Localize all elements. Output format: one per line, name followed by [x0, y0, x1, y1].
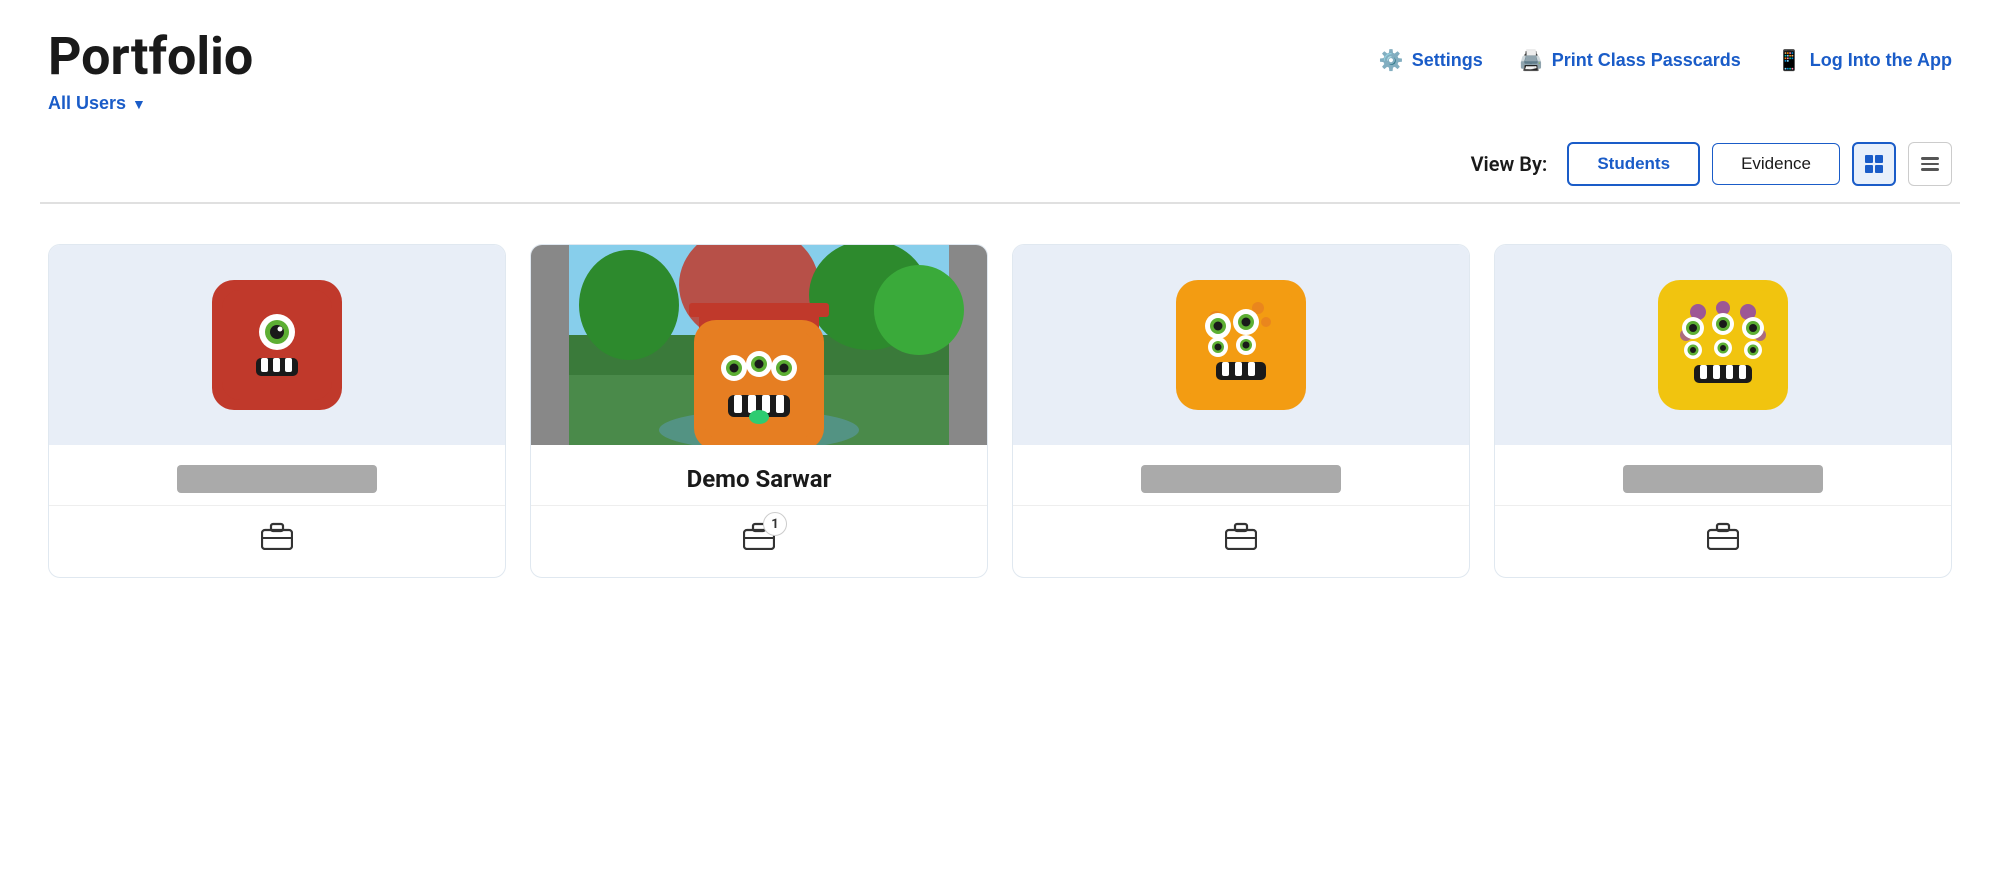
mobile-icon: 📱 [1777, 48, 1802, 73]
all-users-dropdown[interactable]: All Users ▼ [48, 93, 146, 114]
header-actions: ⚙️ Settings 🖨️ Print Class Passcards 📱 L… [1379, 28, 1952, 73]
student-card[interactable] [1012, 244, 1470, 578]
page-title: Portfolio [48, 28, 253, 85]
card-name-area [49, 445, 505, 505]
card-name-area [1495, 445, 1951, 505]
students-view-button[interactable]: Students [1567, 142, 1700, 186]
card-top [49, 245, 505, 445]
card-name-area: Demo Sarwar [531, 445, 987, 505]
portfolio-icon [261, 522, 293, 557]
student-card[interactable] [1494, 244, 1952, 578]
student-card[interactable]: Demo Sarwar 1 [530, 244, 988, 578]
card-bottom [1495, 505, 1951, 577]
card-bottom: 1 [531, 505, 987, 577]
evidence-view-button[interactable]: Evidence [1712, 143, 1840, 185]
login-label: Log Into the App [1810, 50, 1952, 71]
name-placeholder [1141, 465, 1341, 493]
list-view-button[interactable] [1908, 142, 1952, 186]
avatar [212, 280, 342, 410]
header-left: Portfolio All Users ▼ [48, 28, 253, 114]
settings-label: Settings [1412, 50, 1483, 71]
print-icon: 🖨️ [1519, 48, 1544, 73]
card-top [531, 245, 987, 445]
name-placeholder [1623, 465, 1823, 493]
card-bottom [1013, 505, 1469, 577]
portfolio-icon [1225, 522, 1257, 557]
list-icon [1921, 157, 1939, 171]
portfolio-icon [1707, 522, 1739, 557]
badge-count: 1 [763, 512, 787, 536]
card-top [1013, 245, 1469, 445]
grid-icon [1865, 155, 1883, 173]
header: Portfolio All Users ▼ ⚙️ Settings 🖨️ Pri… [0, 0, 2000, 114]
settings-button[interactable]: ⚙️ Settings [1379, 48, 1483, 73]
student-card[interactable] [48, 244, 506, 578]
grid-view-button[interactable] [1852, 142, 1896, 186]
view-by-label: View By: [1471, 152, 1548, 176]
print-label: Print Class Passcards [1552, 50, 1741, 71]
avatar [694, 320, 824, 445]
chevron-down-icon: ▼ [132, 96, 146, 112]
name-placeholder [177, 465, 377, 493]
all-users-label: All Users [48, 93, 126, 114]
toolbar: View By: Students Evidence [0, 114, 2000, 202]
students-grid: Demo Sarwar 1 [0, 204, 2000, 618]
card-bottom [49, 505, 505, 577]
student-name: Demo Sarwar [687, 465, 832, 493]
gear-icon: ⚙️ [1379, 48, 1404, 73]
avatar [1658, 280, 1788, 410]
print-passcards-button[interactable]: 🖨️ Print Class Passcards [1519, 48, 1741, 73]
log-into-app-button[interactable]: 📱 Log Into the App [1777, 48, 1952, 73]
portfolio-icon: 1 [743, 522, 775, 557]
avatar [1176, 280, 1306, 410]
card-name-area [1013, 445, 1469, 505]
card-top [1495, 245, 1951, 445]
